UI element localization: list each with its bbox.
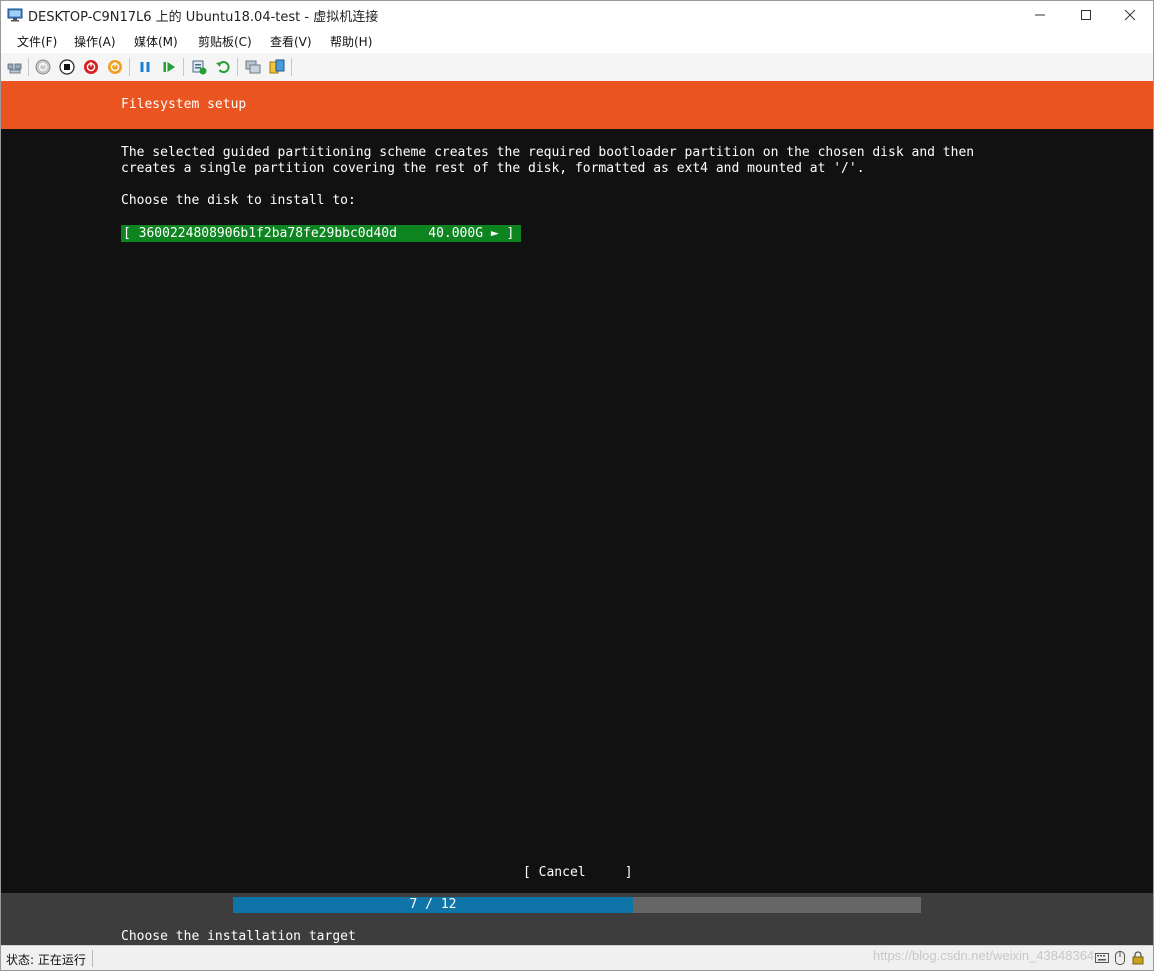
disk-size: 40.000G [428, 226, 484, 241]
title-bar[interactable]: DESKTOP-C9N17L6 上的 Ubuntu18.04-test - 虚拟… [1, 1, 1153, 29]
status-icons [1095, 950, 1145, 966]
minimize-icon [1034, 6, 1046, 25]
share-icon[interactable] [268, 58, 285, 75]
choose-disk-label: Choose the disk to install to: [121, 193, 356, 208]
watermark: https://blog.csdn.net/weixin_43848364 [873, 948, 1095, 963]
start-icon[interactable] [34, 58, 51, 75]
enhanced-session-icon[interactable] [244, 58, 261, 75]
installer-header: Filesystem setup [1, 81, 1153, 129]
cancel-button[interactable]: [ Cancel ] [523, 865, 633, 880]
close-button[interactable] [1107, 1, 1153, 29]
mouse-icon [1113, 950, 1127, 966]
disk-bracket-close: ] [498, 226, 515, 241]
maximize-button[interactable] [1063, 1, 1109, 29]
menu-action[interactable]: 操作(A) [74, 33, 116, 50]
menu-help[interactable]: 帮助(H) [330, 33, 372, 50]
checkpoint-icon[interactable] [190, 58, 207, 75]
disk-name: 3600224808906b1f2ba78fe29bbc0d40d [138, 226, 397, 241]
menu-media[interactable]: 媒体(M) [134, 33, 178, 50]
menu-bar: 文件(F) 操作(A) 媒体(M) 剪贴板(C) 查看(V) 帮助(H) [1, 29, 1153, 53]
menu-view[interactable]: 查看(V) [270, 33, 312, 50]
toolbar-separator [237, 58, 238, 76]
submenu-arrow-icon: ► [490, 226, 499, 241]
vm-monitor-icon [7, 7, 23, 23]
minimize-button[interactable] [1017, 1, 1063, 29]
description-line-1: The selected guided partitioning scheme … [121, 145, 975, 160]
disk-option[interactable]: [ 3600224808906b1f2ba78fe29bbc0d40d 40.0… [121, 225, 521, 242]
vm-screen[interactable]: Filesystem setup The selected guided par… [1, 81, 1153, 945]
vm-connection-window: DESKTOP-C9N17L6 上的 Ubuntu18.04-test - 虚拟… [0, 0, 1154, 971]
save-icon[interactable] [106, 58, 123, 75]
installer-footer: 7 / 12 Choose the installation target [1, 893, 1153, 945]
lock-icon [1131, 950, 1145, 966]
revert-icon[interactable] [214, 58, 231, 75]
toolbar-separator [129, 58, 130, 76]
page-title: Filesystem setup [121, 97, 247, 112]
resume-icon[interactable] [160, 58, 177, 75]
keyboard-icon [1095, 950, 1109, 966]
progress-bar: 7 / 12 [233, 897, 921, 913]
toolbar-separator [291, 58, 292, 76]
menu-file[interactable]: 文件(F) [17, 33, 57, 50]
disk-bracket-open: [ [123, 226, 139, 241]
turn-off-icon[interactable] [58, 58, 75, 75]
toolbar-separator [28, 58, 29, 76]
shutdown-icon[interactable] [82, 58, 99, 75]
maximize-icon [1080, 6, 1092, 25]
status-separator [92, 950, 93, 967]
status-bar: 状态: 正在运行 https://blog.csdn.net/weixin_43… [1, 945, 1153, 970]
footer-hint: Choose the installation target [121, 929, 356, 944]
status-text: 状态: 正在运行 [6, 953, 86, 967]
toolbar [1, 53, 1153, 82]
description-line-2: creates a single partition covering the … [121, 161, 865, 176]
progress-text: 7 / 12 [409, 897, 457, 912]
window-title: DESKTOP-C9N17L6 上的 Ubuntu18.04-test - 虚拟… [28, 10, 379, 25]
close-icon [1124, 6, 1136, 25]
toolbar-separator [183, 58, 184, 76]
pause-icon[interactable] [136, 58, 153, 75]
menu-clipboard[interactable]: 剪贴板(C) [198, 33, 252, 50]
ctrl-alt-del-icon[interactable] [6, 58, 23, 75]
